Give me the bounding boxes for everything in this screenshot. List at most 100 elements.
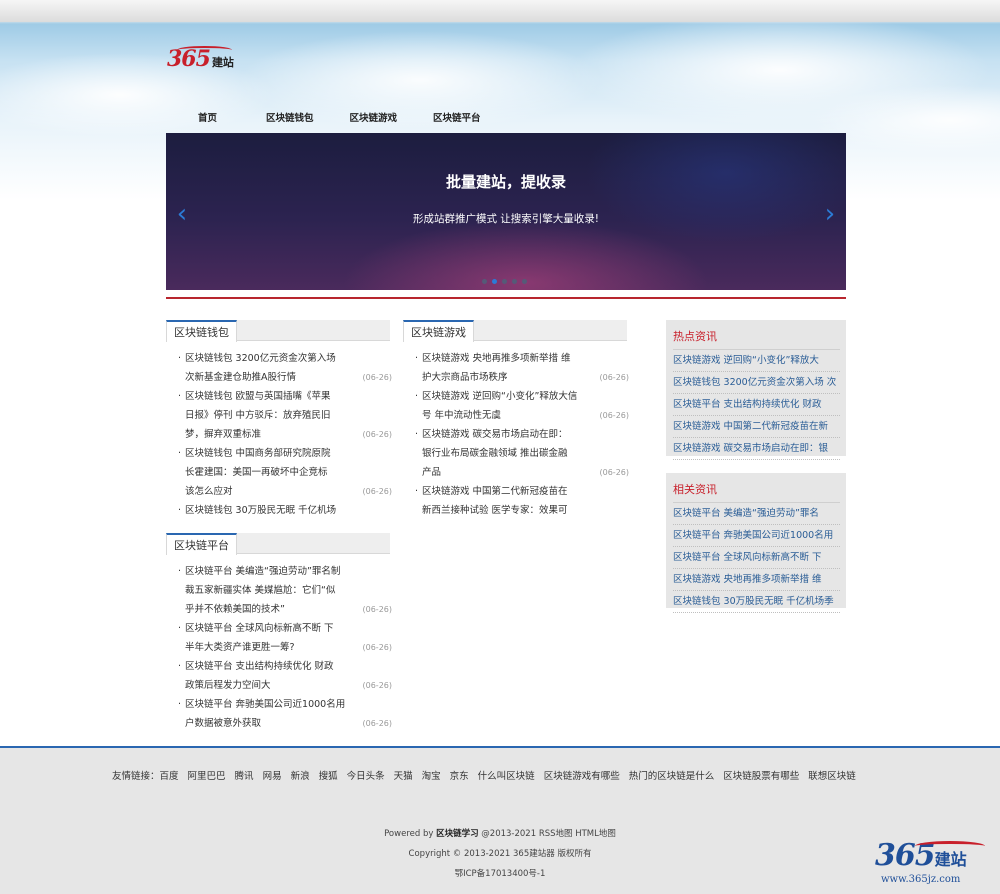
item-text-line[interactable]: 区块链游戏 逆回购“小变化”释放大信 (422, 387, 605, 406)
game-tab[interactable]: 区块链游戏 (403, 320, 474, 342)
nav-wallet[interactable]: 区块链钱包 (266, 108, 314, 128)
copyright: Copyright © 2013-2021 365建站器 版权所有 (408, 849, 592, 859)
side-news-item[interactable]: 区块链钱包 30万股民无眠 千亿机场季 (673, 591, 840, 613)
item-text-line[interactable]: 区块链钱包 30万股民无眠 千亿机场 (185, 501, 368, 520)
friend-link[interactable]: 热门的区块链是什么 (629, 768, 715, 782)
side-news-item[interactable]: 区块链游戏 中国第二代新冠疫苗在新 (673, 416, 840, 438)
item-date: (06-26) (362, 643, 393, 652)
item-text-line[interactable]: 区块链钱包 欧盟与英国插嘴《苹果 (185, 387, 368, 406)
footer-logo[interactable]: 365建站 www.365jz.com (875, 838, 985, 885)
slide-dot[interactable] (512, 279, 517, 284)
item-text-line[interactable]: 长霍建国：美国一再破坏中企竞标 (185, 463, 368, 482)
list-item[interactable]: · 区块链平台 全球风向标新高不断 下半年大类资产谁更胜一筹? (06-26) (178, 619, 392, 657)
item-text-line[interactable]: 次新基金建仓助推A股行情 (185, 368, 368, 387)
nav-game[interactable]: 区块链游戏 (350, 108, 398, 128)
wallet-section: 区块链钱包 · 区块链钱包 3200亿元资金次第入场 次新基金建仓助推A股行情 (06… (166, 320, 392, 520)
item-text-line[interactable]: 半年大类资产谁更胜一筹? (185, 638, 368, 657)
side-news-item[interactable]: 区块链游戏 碳交易市场启动在即：银 (673, 438, 840, 460)
item-text-line[interactable]: 区块链平台 美编造“强迫劳动”罪名制 (185, 562, 368, 581)
wallet-tab[interactable]: 区块链钱包 (166, 320, 237, 342)
item-text-line[interactable]: 户数据被意外获取 (185, 714, 368, 733)
friend-link[interactable]: 天猫 (394, 768, 413, 782)
side-news-item[interactable]: 区块链平台 全球风向标新高不断 下 (673, 547, 840, 569)
list-item[interactable]: · 区块链平台 奔驰美国公司近1000名用 户数据被意外获取 (06-26) (178, 695, 392, 733)
item-text-line[interactable]: 区块链钱包 中国商务部研究院原院 (185, 444, 368, 463)
side-news-item[interactable]: 区块链钱包 3200亿元资金次第入场 次 (673, 372, 840, 394)
item-text-line[interactable]: 裁五家新疆实体 美媒尴尬：它们“似 (185, 581, 368, 600)
item-text-line[interactable]: 乎并不依赖美国的技术” (185, 600, 368, 619)
item-text-line[interactable]: 区块链平台 支出结构持续优化 财政 (185, 657, 368, 676)
list-item[interactable]: · 区块链游戏 逆回购“小变化”释放大信号 年中流动性无虞 (06-26) (415, 387, 629, 425)
platform-header: 区块链平台 (166, 533, 390, 555)
bullet-icon: · (178, 661, 182, 672)
bullet-icon: · (178, 448, 182, 459)
item-text-line[interactable]: 护大宗商品市场秩序 (422, 368, 605, 387)
bullet-icon: · (178, 623, 182, 634)
item-text-line[interactable]: 号 年中流动性无虞 (422, 406, 605, 425)
bullet-icon: · (178, 391, 182, 402)
item-text-line[interactable]: 区块链钱包 3200亿元资金次第入场 (185, 349, 368, 368)
friend-link[interactable]: 联想区块链 (808, 768, 856, 782)
list-item[interactable]: · 区块链钱包 欧盟与英国插嘴《苹果 日报》停刊 中方驳斥：放弃殖民旧 梦，摒弃双重标… (178, 387, 392, 444)
side-news-item[interactable]: 区块链平台 美编造“强迫劳动”罪名 (673, 503, 840, 525)
powered-suffix[interactable]: @2013-2021 RSS地图 HTML地图 (479, 829, 616, 839)
item-text-line[interactable]: 政策后程发力空间大 (185, 676, 368, 695)
friend-link[interactable]: 阿里巴巴 (188, 768, 226, 782)
list-item[interactable]: · 区块链游戏 央地再推多项新举措 维护大宗商品市场秩序 (06-26) (415, 349, 629, 387)
item-text-line[interactable]: 区块链游戏 中国第二代新冠疫苗在 (422, 482, 605, 501)
nav-home[interactable]: 首页 (198, 108, 217, 128)
item-text-line[interactable]: 银行业布局碳金融领域 推出碳金融 (422, 444, 605, 463)
list-item[interactable]: · 区块链钱包 30万股民无眠 千亿机场 (178, 501, 368, 520)
slide-dot[interactable] (522, 279, 527, 284)
item-date: (06-26) (362, 487, 393, 496)
item-text-line[interactable]: 梦，摒弃双重标准 (185, 425, 368, 444)
item-date: (06-26) (362, 430, 393, 439)
prev-arrow-icon[interactable]: ‹ (174, 199, 190, 229)
nav-platform[interactable]: 区块链平台 (433, 108, 481, 128)
friend-link[interactable]: 京东 (450, 768, 469, 782)
friend-link[interactable]: 区块链游戏有哪些 (544, 768, 620, 782)
friend-link[interactable]: 区块链股票有哪些 (723, 768, 799, 782)
item-text-line[interactable]: 该怎么应对 (185, 482, 368, 501)
hero-banner[interactable]: 批量建站，提收录 形成站群推广模式 让搜索引擎大量收录! ‹ › (166, 133, 846, 290)
list-item[interactable]: · 区块链平台 支出结构持续优化 财政 政策后程发力空间大 (06-26) (178, 657, 392, 695)
friend-links-label: 友情链接： (112, 771, 160, 782)
slide-dot[interactable] (502, 279, 507, 284)
list-item[interactable]: · 区块链钱包 3200亿元资金次第入场 次新基金建仓助推A股行情 (06-26) (178, 349, 392, 387)
list-item[interactable]: · 区块链游戏 中国第二代新冠疫苗在 新西兰接种试验 医学专家：效果可 (415, 482, 605, 520)
icp-number[interactable]: 鄂ICP备17013400号-1 (0, 867, 1000, 879)
friend-link[interactable]: 什么叫区块链 (478, 768, 535, 782)
bullet-icon: · (178, 699, 182, 710)
item-date: (06-26) (599, 373, 630, 382)
friend-link[interactable]: 淘宝 (422, 768, 441, 782)
list-item[interactable]: · 区块链平台 美编造“强迫劳动”罪名制 裁五家新疆实体 美媒尴尬：它们“似 乎并不依… (178, 562, 392, 619)
slide-dot[interactable] (482, 279, 487, 284)
platform-tab[interactable]: 区块链平台 (166, 533, 237, 555)
item-text-line[interactable]: 区块链游戏 央地再推多项新举措 维 (422, 349, 605, 368)
side-news-item[interactable]: 区块链游戏 央地再推多项新举措 维 (673, 569, 840, 591)
footer-logo-text: 建站 (934, 850, 967, 869)
item-text-line[interactable]: 日报》停刊 中方驳斥：放弃殖民旧 (185, 406, 368, 425)
bullet-icon: · (415, 391, 419, 402)
item-text-line[interactable]: 新西兰接种试验 医学专家：效果可 (422, 501, 605, 520)
friend-link[interactable]: 腾讯 (235, 768, 254, 782)
friend-link[interactable]: 网易 (263, 768, 282, 782)
next-arrow-icon[interactable]: › (822, 199, 838, 229)
side-news-item[interactable]: 区块链平台 奔驰美国公司近1000名用 (673, 525, 840, 547)
red-divider (166, 297, 846, 299)
site-logo[interactable]: 365 建站 (167, 46, 234, 72)
friend-link[interactable]: 新浪 (291, 768, 310, 782)
list-item[interactable]: · 区块链钱包 中国商务部研究院原院 长霍建国：美国一再破坏中企竞标 该怎么应对 (06… (178, 444, 392, 501)
side-news-item[interactable]: 区块链平台 支出结构持续优化 财政 (673, 394, 840, 416)
list-item[interactable]: · 区块链游戏 碳交易市场启动在即： 银行业布局碳金融领域 推出碳金融 产品 (06-2… (415, 425, 629, 482)
powered-site-link[interactable]: 区块链学习 (436, 829, 479, 839)
friend-link[interactable]: 搜狐 (319, 768, 338, 782)
item-text-line[interactable]: 区块链平台 奔驰美国公司近1000名用 (185, 695, 368, 714)
side-news-item[interactable]: 区块链游戏 逆回购“小变化”释放大 (673, 350, 840, 372)
friend-link[interactable]: 百度 (160, 768, 179, 782)
item-text-line[interactable]: 区块链游戏 碳交易市场启动在即： (422, 425, 605, 444)
friend-link[interactable]: 今日头条 (347, 768, 385, 782)
slide-dot[interactable] (492, 279, 497, 284)
item-text-line[interactable]: 区块链平台 全球风向标新高不断 下 (185, 619, 368, 638)
item-text-line[interactable]: 产品 (422, 463, 605, 482)
